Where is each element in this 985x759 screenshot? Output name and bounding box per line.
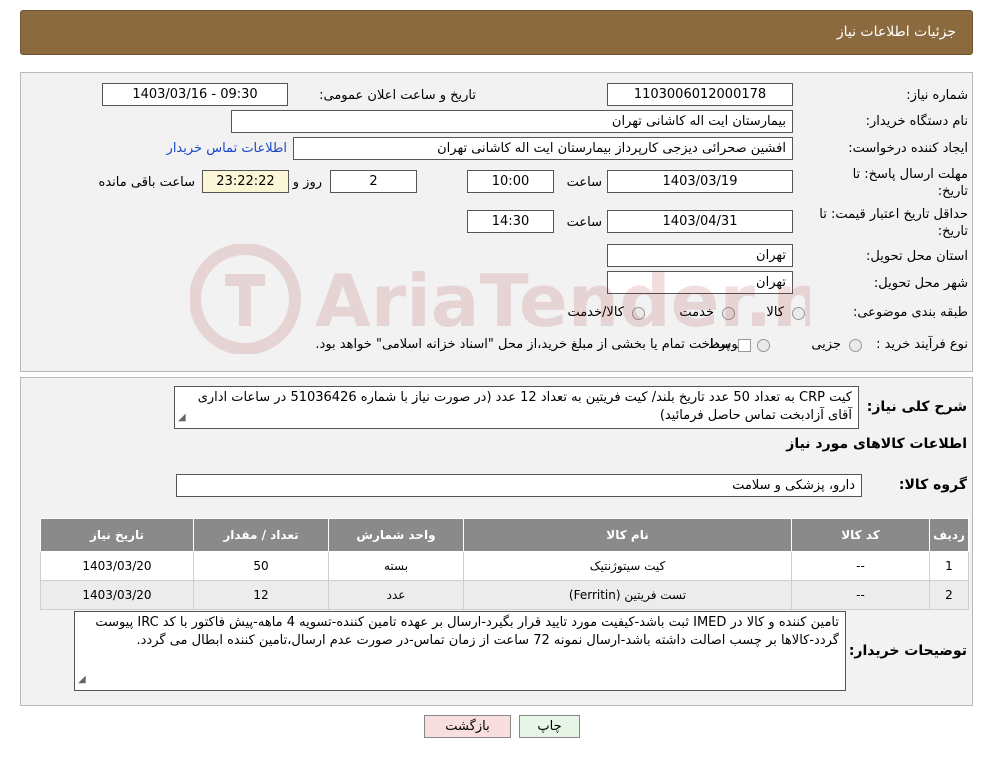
summary-label: شرح کلی نیاز: xyxy=(866,399,967,415)
validity-label-date: تاریخ: xyxy=(937,224,968,239)
cell-row-no: 2 xyxy=(929,580,969,610)
creator-label: ایجاد کننده درخواست: xyxy=(848,141,968,156)
validity-date-field: 1403/04/31 xyxy=(607,210,793,233)
summary-textarea[interactable]: کیت CRP به تعداد 50 عدد تاریخ بلند/ کیت … xyxy=(174,386,859,429)
process-option-partial: جزیی xyxy=(811,337,841,352)
process-label: نوع فرآیند خرید : xyxy=(876,337,968,352)
validity-label: حداقل تاریخ اعتبار قیمت: تا xyxy=(819,207,968,222)
col-header-code: کد کالا xyxy=(791,518,930,552)
creator-field: افشین صحرائی دیزجی کارپرداز بیمارستان ای… xyxy=(293,137,793,160)
buyer-org-label: نام دستگاه خریدار: xyxy=(865,114,968,129)
cell-name: تست فریتین (Ferritin) xyxy=(463,580,792,610)
category-radio-service[interactable] xyxy=(722,307,735,320)
deadline-label-date: تاریخ: xyxy=(937,184,968,199)
cell-quantity: 50 xyxy=(193,551,329,581)
category-radio-goods[interactable] xyxy=(792,307,805,320)
days-label: روز و xyxy=(292,175,322,190)
category-option-goods-service: کالا/خدمت xyxy=(567,305,624,320)
need-number-label: شماره نیاز: xyxy=(906,88,968,103)
col-header-quantity: تعداد / مقدار xyxy=(193,518,329,552)
col-header-need-date: تاریخ نیاز xyxy=(40,518,194,552)
treasury-checkbox[interactable] xyxy=(738,339,751,352)
cell-code: -- xyxy=(791,551,930,581)
deadline-date-field: 1403/03/19 xyxy=(607,170,793,193)
page-title: جزئیات اطلاعات نیاز xyxy=(836,24,956,40)
col-header-row-no: ردیف xyxy=(929,518,969,552)
province-field: تهران xyxy=(607,244,793,267)
goods-info-title: اطلاعات کالاهای مورد نیاز xyxy=(786,436,967,452)
cell-name: کیت سیتوژنتیک xyxy=(463,551,792,581)
treasury-payment-note: پرداخت تمام یا بخشی از مبلغ خرید،از محل … xyxy=(315,337,730,352)
announce-datetime-field: 1403/03/16 - 09:30 xyxy=(102,83,288,106)
buyer-org-field: بیمارستان ایت اله کاشانی تهران xyxy=(231,110,793,133)
cell-row-no: 1 xyxy=(929,551,969,581)
process-radio-medium[interactable] xyxy=(757,339,770,352)
validity-time-field: 14:30 xyxy=(467,210,554,233)
deadline-time-field: 10:00 xyxy=(467,170,554,193)
summary-text: کیت CRP به تعداد 50 عدد تاریخ بلند/ کیت … xyxy=(197,390,852,423)
city-field: تهران xyxy=(607,271,793,294)
goods-table-header-row: ردیف کد کالا نام کالا واحد شمارش تعداد /… xyxy=(40,518,969,552)
cell-need-date: 1403/03/20 xyxy=(40,551,194,581)
time-remaining-field: 23:22:22 xyxy=(202,170,289,193)
table-row: 2 -- تست فریتین (Ferritin) عدد 12 1403/0… xyxy=(40,580,969,610)
cell-unit: عدد xyxy=(328,580,464,610)
col-header-unit: واحد شمارش xyxy=(328,518,464,552)
city-label: شهر محل تحویل: xyxy=(873,276,968,291)
buyer-notes-label: توضیحات خریدار: xyxy=(848,643,967,659)
category-label: طبقه بندی موضوعی: xyxy=(852,305,968,320)
process-radio-partial[interactable] xyxy=(849,339,862,352)
goods-group-field: دارو، پزشکی و سلامت xyxy=(176,474,862,497)
cell-quantity: 12 xyxy=(193,580,329,610)
need-number-field: 1103006012000178 xyxy=(607,83,793,106)
deadline-time-label: ساعت xyxy=(566,175,602,190)
category-option-service: خدمت xyxy=(679,305,714,320)
print-button[interactable]: چاپ xyxy=(519,715,580,738)
announce-label: تاریخ و ساعت اعلان عمومی: xyxy=(319,88,476,103)
buyer-contact-link[interactable]: اطلاعات تماس خریدار xyxy=(167,141,287,156)
col-header-name: نام کالا xyxy=(463,518,792,552)
cell-need-date: 1403/03/20 xyxy=(40,580,194,610)
resize-grip-icon[interactable]: ◢ xyxy=(178,409,186,427)
cell-unit: بسته xyxy=(328,551,464,581)
table-row: 1 -- کیت سیتوژنتیک بسته 50 1403/03/20 xyxy=(40,551,969,581)
province-label: استان محل تحویل: xyxy=(866,249,968,264)
time-remaining-label: ساعت باقی مانده xyxy=(98,175,195,190)
deadline-label: مهلت ارسال پاسخ: تا xyxy=(852,167,968,182)
buyer-notes-text: تامین کننده و کالا در IMED ثبت باشد-کیفی… xyxy=(95,615,839,648)
goods-table: ردیف کد کالا نام کالا واحد شمارش تعداد /… xyxy=(40,518,969,610)
category-radio-goods-service[interactable] xyxy=(632,307,645,320)
validity-time-label: ساعت xyxy=(566,215,602,230)
category-option-goods: کالا xyxy=(766,305,784,320)
buyer-notes-textarea[interactable]: تامین کننده و کالا در IMED ثبت باشد-کیفی… xyxy=(74,611,846,691)
days-remaining-field: 2 xyxy=(330,170,417,193)
page-header: جزئیات اطلاعات نیاز xyxy=(20,10,973,55)
cell-code: -- xyxy=(791,580,930,610)
resize-grip-icon[interactable]: ◢ xyxy=(78,671,86,689)
goods-group-label: گروه کالا: xyxy=(898,477,967,493)
back-button[interactable]: بازگشت xyxy=(424,715,511,738)
